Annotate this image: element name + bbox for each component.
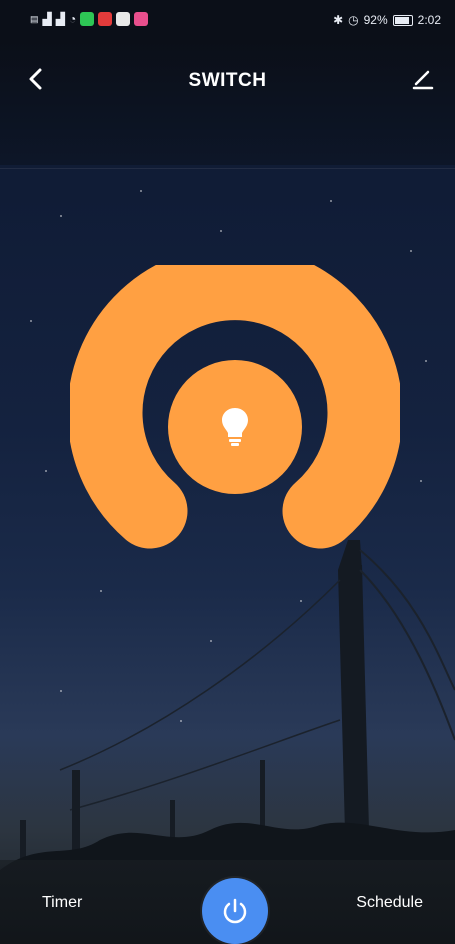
app-icon-2 <box>98 12 113 26</box>
header-divider <box>0 168 455 169</box>
timer-button[interactable]: Timer <box>42 894 82 912</box>
star <box>425 360 427 362</box>
wifi-icon: ◔ <box>68 12 77 26</box>
bluetooth-icon: ✱ <box>333 13 344 27</box>
battery-percent: 92% <box>363 13 388 27</box>
star <box>60 215 62 217</box>
alarm-icon: ◷ <box>348 13 359 27</box>
edit-button[interactable] <box>409 64 437 94</box>
sim-icon: ▤ <box>30 13 39 24</box>
signal-icon: ▟ <box>42 12 52 26</box>
page-title: SWITCH <box>188 70 267 91</box>
light-toggle-button[interactable] <box>168 360 302 494</box>
star <box>45 470 47 472</box>
star <box>220 230 222 232</box>
status-left: ▤ ▟ ▟ ◔ <box>30 12 149 26</box>
switch-screen: ▤ ▟ ▟ ◔ ✱ ◷ 92% 2:02 SWITCH Timer Schedu… <box>0 0 455 944</box>
star <box>140 190 142 192</box>
battery-icon <box>392 14 413 26</box>
status-bar: ▤ ▟ ▟ ◔ ✱ ◷ 92% 2:02 <box>0 0 455 40</box>
app-icon-1 <box>80 12 95 26</box>
power-icon <box>223 898 247 924</box>
app-icon-3 <box>116 12 131 26</box>
lightbulb-icon <box>222 408 248 446</box>
star <box>30 320 32 322</box>
clock-time: 2:02 <box>417 13 441 27</box>
status-right: ✱ ◷ 92% 2:02 <box>333 13 441 27</box>
schedule-button[interactable]: Schedule <box>356 894 423 912</box>
app-icon-4 <box>134 12 149 26</box>
pencil-icon <box>412 70 434 90</box>
star <box>330 200 332 202</box>
star <box>420 480 422 482</box>
star <box>410 250 412 252</box>
power-button[interactable] <box>202 878 268 944</box>
app-header: SWITCH <box>0 40 455 165</box>
signal-icon-2: ▟ <box>55 12 65 26</box>
